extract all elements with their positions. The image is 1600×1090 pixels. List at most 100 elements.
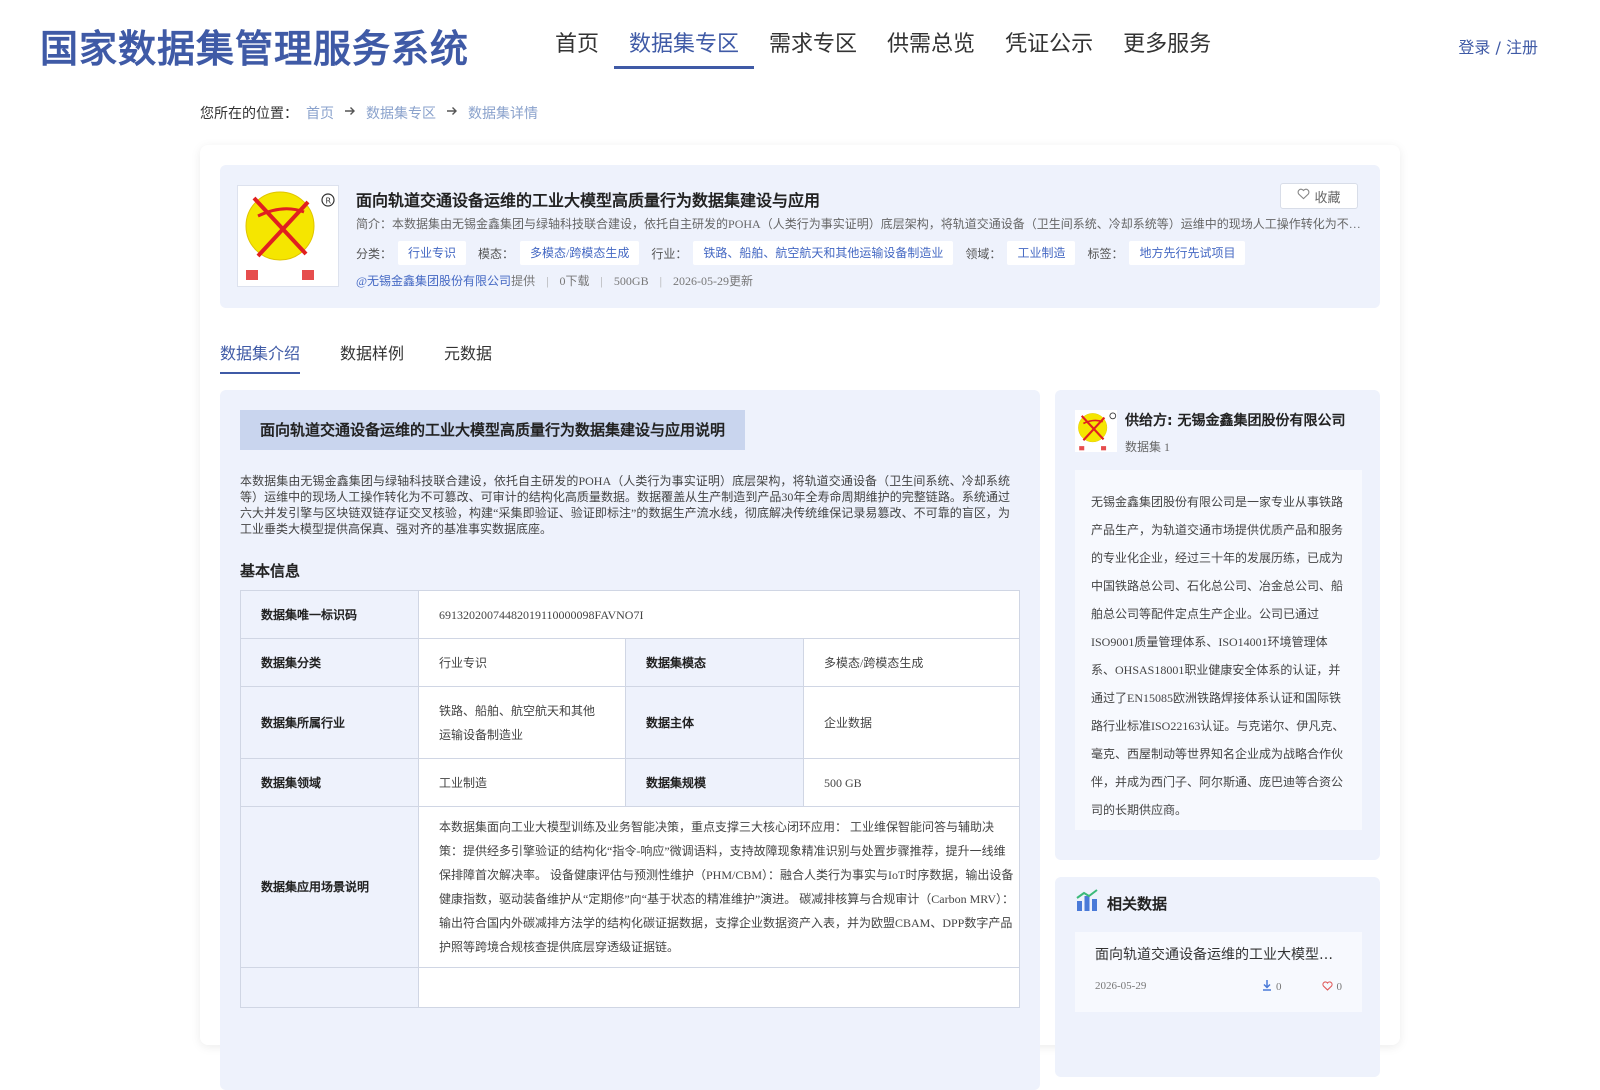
meta-separator: | (659, 274, 662, 288)
basic-info-title: 基本信息 (240, 562, 301, 580)
related-panel: 相关数据 面向轨道交通设备运维的工业大模型高质量行为数据集建设与应用 2026-… (1055, 877, 1380, 1077)
site-title[interactable]: 国家数据集管理服务系统 (40, 18, 469, 73)
site-header: 国家数据集管理服务系统 首页 数据集专区 需求专区 供需总览 凭证公示 更多服务… (0, 0, 1600, 90)
scale-label: 数据集规模 (625, 758, 804, 807)
tag-domain[interactable]: 工业制造 (1007, 241, 1076, 265)
dataset-summary: R 面向轨道交通设备运维的工业大模型高质量行为数据集建设与应用 收藏 简介：本数… (220, 165, 1380, 308)
table-row (240, 967, 1020, 1008)
provider-link[interactable]: @无锡金鑫集团股份有限公司 (356, 274, 511, 288)
related-downloads: 0 (1262, 980, 1282, 994)
arrow-right-icon (446, 105, 458, 121)
provider-panel: 供给方: 无锡金鑫集团股份有限公司 数据集 1 无锡金鑫集团股份有限公司是一家专… (1055, 390, 1380, 860)
subject-value: 企业数据 (803, 686, 1020, 759)
provider-dataset-count: 数据集 1 (1125, 440, 1171, 454)
breadcrumb-datasets[interactable]: 数据集专区 (366, 103, 436, 123)
arrow-right-icon (344, 105, 356, 121)
industry-value: 铁路、船舶、航空航天和其他运输设备制造业 (418, 686, 626, 759)
scale-value: 500 GB (803, 758, 1020, 807)
domain-label: 数据集领域 (240, 758, 419, 807)
bar-chart-icon (1075, 889, 1099, 917)
detail-tabs: 数据集介绍 数据样例 元数据 (220, 340, 532, 374)
related-title: 相关数据 (1107, 894, 1168, 913)
basic-info-table: 数据集唯一标识码 69132020074482019110000098FAVNO… (240, 590, 1020, 1008)
provider-description: 无锡金鑫集团股份有限公司是一家专业从事铁路产品生产，为轨道交通市场提供优质产品和… (1075, 470, 1362, 830)
tag-label-tag: 标签： (1087, 246, 1124, 261)
tag-pilot-project[interactable]: 地方先行先试项目 (1129, 241, 1246, 265)
introduction-panel: 面向轨道交通设备运维的工业大模型高质量行为数据集建设与应用说明 本数据集由无锡金… (220, 390, 1040, 1090)
tag-label-modality: 模态： (478, 246, 515, 261)
related-item[interactable]: 面向轨道交通设备运维的工业大模型高质量行为数据集建设与应用 2026-05-29… (1075, 932, 1362, 1012)
dataset-size: 500GB (613, 274, 649, 288)
tag-label-domain: 领域： (965, 246, 1002, 261)
id-value: 69132020074482019110000098FAVNO7I (418, 590, 1020, 639)
nav-datasets[interactable]: 数据集专区 (614, 28, 755, 69)
nav-overview[interactable]: 供需总览 (872, 28, 990, 68)
category-label: 数据集分类 (240, 638, 419, 687)
tag-label-category: 分类： (356, 246, 393, 261)
related-favorite-count: 0 (1336, 981, 1343, 993)
category-value: 行业专识 (418, 638, 626, 687)
breadcrumb-prefix: 您所在的位置： (200, 106, 298, 122)
nav-demands[interactable]: 需求专区 (754, 28, 872, 68)
subject-label: 数据主体 (625, 686, 804, 759)
heart-icon (1297, 188, 1310, 204)
related-item-meta: 2026-05-29 0 0 (1095, 980, 1342, 994)
svg-text:R: R (326, 197, 332, 206)
domain-value: 工业制造 (418, 758, 626, 807)
nav-more-services[interactable]: 更多服务 (1108, 28, 1226, 68)
download-icon (1262, 980, 1272, 994)
breadcrumb: 您所在的位置： 首页 数据集专区 数据集详情 (200, 103, 538, 123)
intro-label: 简介： (356, 217, 393, 231)
table-row: 数据集所属行业 铁路、船舶、航空航天和其他运输设备制造业 数据主体 企业数据 (240, 686, 1020, 759)
favorite-button[interactable]: 收藏 (1280, 183, 1358, 209)
heart-icon (1321, 980, 1333, 994)
industry-label: 数据集所属行业 (240, 686, 419, 759)
nav-credentials[interactable]: 凭证公示 (990, 28, 1108, 68)
provider-name[interactable]: 供给方: 无锡金鑫集团股份有限公司 (1125, 410, 1345, 430)
table-row: 数据集唯一标识码 69132020074482019110000098FAVNO… (240, 590, 1020, 639)
scenario-label: 数据集应用场景说明 (240, 806, 419, 968)
login-register-link[interactable]: 登录 / 注册 (1458, 34, 1538, 58)
related-item-title[interactable]: 面向轨道交通设备运维的工业大模型高质量行为数据集建设与应用 (1095, 944, 1342, 964)
breadcrumb-home[interactable]: 首页 (306, 103, 334, 123)
empty-cell (418, 967, 1020, 1008)
table-row: 数据集分类 行业专识 数据集模态 多模态/跨模态生成 (240, 638, 1020, 687)
table-row: 数据集领域 工业制造 数据集规模 500 GB (240, 758, 1020, 807)
tab-samples[interactable]: 数据样例 (340, 340, 404, 374)
empty-cell (240, 967, 419, 1008)
dataset-meta: @无锡金鑫集团股份有限公司提供 | 0下载 | 500GB | 2026-05-… (356, 272, 753, 289)
tag-label-industry: 行业： (651, 246, 688, 261)
breadcrumb-current: 数据集详情 (468, 106, 538, 122)
modality-value: 多模态/跨模态生成 (803, 638, 1020, 687)
dataset-tags: 分类： 行业专识 模态： 多模态/跨模态生成 行业： 铁路、船舶、航空航天和其他… (356, 241, 1257, 265)
tag-modality[interactable]: 多模态/跨模态生成 (520, 241, 640, 265)
favorite-label: 收藏 (1314, 190, 1341, 206)
related-header: 相关数据 (1075, 889, 1167, 917)
meta-separator: | (600, 274, 603, 288)
tab-introduction[interactable]: 数据集介绍 (220, 340, 301, 374)
related-download-count: 0 (1276, 981, 1282, 993)
intro-text: 本数据集由无锡金鑫集团与绿轴科技联合建设，依托自主研发的POHA（人类行为事实证… (392, 217, 1366, 231)
related-favorites: 0 (1321, 980, 1343, 994)
related-item-date: 2026-05-29 (1095, 980, 1147, 992)
provider-avatar (1075, 410, 1117, 452)
update-date: 2026-05-29更新 (672, 274, 753, 288)
dataset-detail-card: R 面向轨道交通设备运维的工业大模型高质量行为数据集建设与应用 收藏 简介：本数… (200, 145, 1400, 1090)
intro-description: 本数据集由无锡金鑫集团与绿轴科技联合建设，依托自主研发的POHA（人类行为事实证… (240, 474, 1010, 536)
tag-industry[interactable]: 铁路、船舶、航空航天和其他运输设备制造业 (693, 241, 954, 265)
provided-label: 提供 (511, 274, 536, 288)
scenario-value: 本数据集面向工业大模型训练及业务智能决策，重点支撑三大核心闭环应用： 工业维保智… (418, 806, 1020, 968)
tab-metadata[interactable]: 元数据 (444, 340, 492, 374)
dataset-intro: 简介：本数据集由无锡金鑫集团与绿轴科技联合建设，依托自主研发的POHA（人类行为… (356, 215, 1366, 232)
intro-section-title: 面向轨道交通设备运维的工业大模型高质量行为数据集建设与应用说明 (240, 410, 746, 450)
tag-category[interactable]: 行业专识 (398, 241, 467, 265)
download-count: 0下载 (559, 274, 590, 288)
meta-separator: | (546, 274, 549, 288)
id-label: 数据集唯一标识码 (240, 590, 419, 639)
modality-label: 数据集模态 (625, 638, 804, 687)
dataset-title: 面向轨道交通设备运维的工业大模型高质量行为数据集建设与应用 (356, 191, 821, 210)
related-item-stats: 0 0 (1262, 980, 1342, 994)
table-row: 数据集应用场景说明 本数据集面向工业大模型训练及业务智能决策，重点支撑三大核心闭… (240, 806, 1020, 968)
nav-home[interactable]: 首页 (540, 28, 614, 68)
main-nav: 首页 数据集专区 需求专区 供需总览 凭证公示 更多服务 (540, 28, 1226, 69)
